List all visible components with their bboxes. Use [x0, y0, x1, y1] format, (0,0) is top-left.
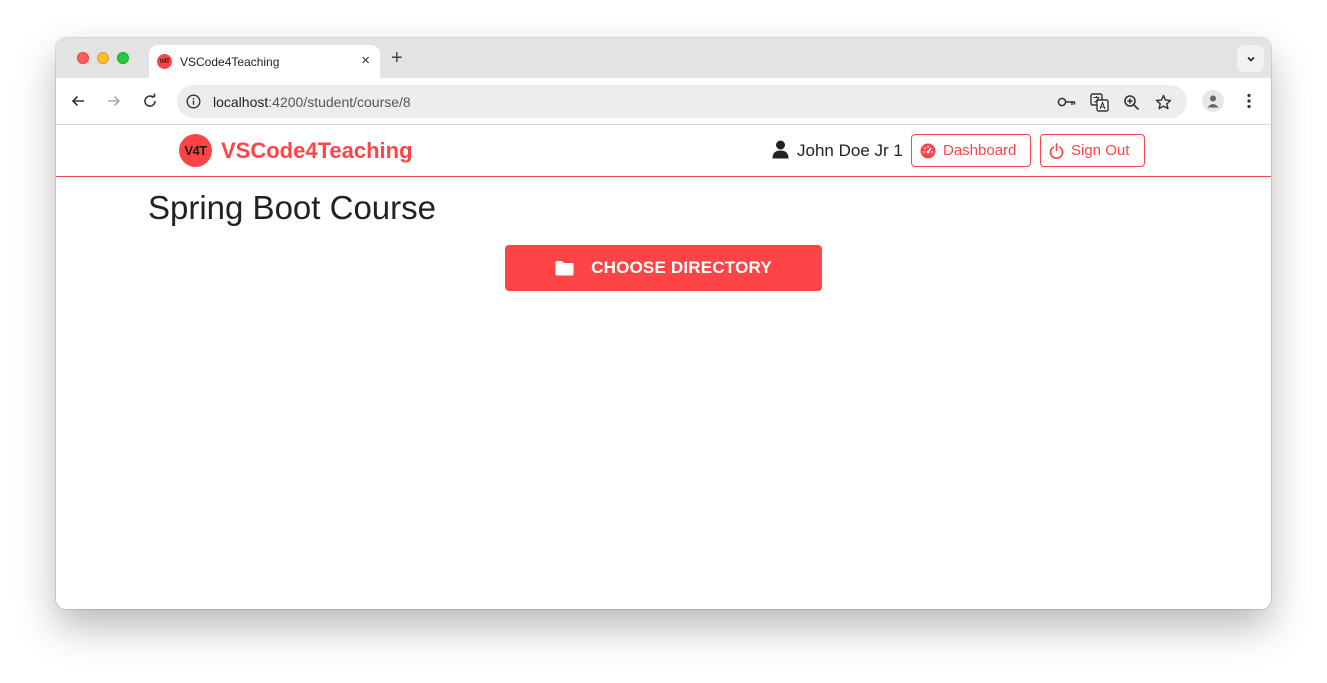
url-host: localhost: [213, 94, 269, 110]
reload-button[interactable]: [139, 90, 161, 112]
browser-tab[interactable]: V4T VSCode4Teaching ×: [149, 45, 380, 78]
url-text[interactable]: localhost:4200/student/course/8: [213, 94, 411, 110]
maximize-window-button[interactable]: [117, 52, 129, 64]
browser-menu-button[interactable]: [1239, 90, 1259, 112]
browser-window: V4T VSCode4Teaching × + localhost:4200/s…: [56, 38, 1271, 609]
profile-button[interactable]: [1202, 90, 1224, 112]
new-tab-button[interactable]: +: [391, 47, 403, 69]
chevron-down-icon: [1246, 56, 1255, 62]
forward-button[interactable]: [103, 90, 125, 112]
choose-directory-button[interactable]: CHOOSE DIRECTORY: [505, 245, 822, 291]
arrow-left-icon: [71, 95, 84, 107]
brand-logo[interactable]: V4T: [179, 134, 212, 167]
tab-title: VSCode4Teaching: [180, 55, 280, 69]
profile-avatar-icon: [1207, 95, 1219, 108]
app-header: V4T VSCode4Teaching John Doe Jr 1 Dashbo…: [56, 126, 1271, 177]
tab-strip: V4T VSCode4Teaching × +: [56, 38, 1271, 78]
reload-icon: [144, 93, 156, 107]
dashboard-button[interactable]: Dashboard: [911, 134, 1031, 167]
tab-close-button[interactable]: ×: [361, 52, 370, 70]
arrow-right-icon: [108, 95, 121, 107]
power-icon: [1049, 142, 1064, 159]
gauge-icon: [920, 143, 936, 158]
translate-icon[interactable]: [1089, 92, 1109, 112]
address-bar[interactable]: localhost:4200/student/course/8: [177, 85, 1187, 118]
user-icon: [772, 140, 789, 164]
page-title: Spring Boot Course: [148, 189, 436, 226]
sign-out-label: Sign Out: [1071, 142, 1130, 159]
password-key-icon[interactable]: [1057, 92, 1077, 112]
close-window-button[interactable]: [77, 52, 89, 64]
sign-out-button[interactable]: Sign Out: [1040, 134, 1145, 167]
site-info-icon[interactable]: [186, 94, 201, 114]
brand-name[interactable]: VSCode4Teaching: [221, 138, 413, 164]
url-path: :4200/student/course/8: [268, 94, 411, 110]
back-button[interactable]: [67, 90, 89, 112]
user-name: John Doe Jr 1: [797, 141, 903, 160]
folder-icon: [555, 261, 574, 276]
tab-search-button[interactable]: [1237, 45, 1264, 72]
bookmark-star-icon[interactable]: [1153, 92, 1173, 112]
minimize-window-button[interactable]: [97, 52, 109, 64]
tab-favicon: V4T: [157, 54, 172, 69]
choose-directory-label: CHOOSE DIRECTORY: [591, 258, 772, 277]
zoom-icon[interactable]: [1121, 92, 1141, 112]
more-vertical-icon: [1247, 93, 1251, 109]
dashboard-label: Dashboard: [943, 142, 1017, 159]
browser-toolbar: localhost:4200/student/course/8: [56, 78, 1271, 125]
